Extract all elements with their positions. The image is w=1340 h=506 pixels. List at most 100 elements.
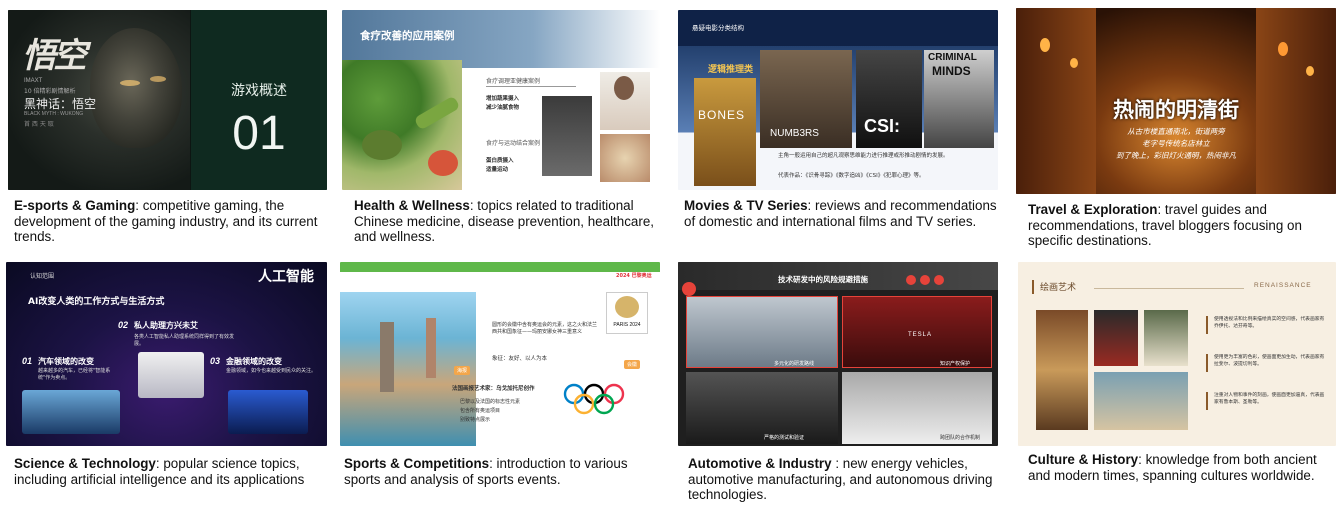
category-label: 逻辑推理类 [708,65,754,75]
card-science[interactable]: 认知范围 人工智能 AI改变人类的工作方式与生活方式 02 私人助理方兴未艾 各… [0,258,340,506]
poster-bones [694,78,756,186]
bullet-text: 代表作品：《识骨寻踪》《数字追凶》《CSI》《犯罪心理》等。 [778,173,925,179]
painting-1 [1036,310,1088,430]
case-item: 蛋白质摄入 [486,158,514,164]
card-automotive[interactable]: 技术研发中的风险规避措施 多元化的研发路线 TESLA 知识产权保护 严格的测试… [670,258,1010,506]
keywords: 象征：友好、以人为本 [492,356,548,362]
tag-label: 海报 [454,366,471,375]
painting-3 [1144,310,1188,366]
item-number: 01 [22,356,33,366]
slide-science: 认知范围 人工智能 AI改变人类的工作方式与生活方式 02 私人助理方兴未艾 各… [6,262,327,446]
slide-header-en: RENAISSANCE [1254,282,1312,289]
olympics-badge: 2024 巴黎奥运 [616,273,652,279]
item-title: 金融领域的改变 [226,357,282,366]
factory-image [686,372,838,444]
travel-line: 从古市楼直通南北，街道两旁 [1127,127,1225,136]
slide-travel: 热闹的明清街 从古市楼直通南北，街道两旁 老字号传统名店林立 到了晚上，彩旧灯火… [1016,8,1336,194]
case-item: 减少油腻食物 [486,105,520,111]
poster-title: CRIMINAL [928,52,977,63]
slide-culture: 绘画艺术 RENAISSANCE 使用透视法和比例来描绘真实的空间感，代表画家有… [1018,262,1336,446]
paragraph: 使用更为丰富的色彩，使画面更加生动，代表画家有拉斐尔、波提切利等。 [1214,355,1325,367]
card-title: Sports & Competitions [344,456,490,471]
photo-fitness [542,96,592,176]
bullet-text: 主角一般运用自己的超凡观察思维能力进行推理或形推动剧情的发展。 [778,153,949,159]
emblem-text: PARIS 2024 [613,322,641,328]
art-item: 巴黎以及法国的标志性元素 [460,399,521,405]
image-caption: 知识产权保护 [940,361,971,367]
case-title: 食疗与运动结合案例 [486,140,541,147]
travel-line: 到了晚上，彩旧灯火通明，热闹非凡 [1116,151,1236,160]
card-esports[interactable]: 悟空 IMAXT 10 倍精彩剧情解析 黑神话：悟空 BLACK MYTH : … [0,0,340,260]
item-number: 02 [118,320,129,330]
image-caption: 跨团队的合作机制 [940,435,981,441]
card-travel[interactable]: 热闹的明清街 从古市楼直通南北，街道两旁 老字号传统名店林立 到了晚上，彩旧灯火… [1010,0,1340,260]
slide-movies: 悬疑电影分类结构 逻辑推理类 BONES NUMB3RS CSI: CRIMIN… [678,10,998,190]
slide-header: 绘画艺术 [1040,283,1077,293]
section-number: 01 [232,107,286,160]
meta-line: IMAXT [24,78,43,84]
slide-health: 食疗改善的应用案例 食疗调理亚健康案例 增加蔬果摄入 减少油腻食物 食疗与运动结… [342,10,660,190]
paragraph: 注重对人物和事件的刻画，使画面更加逼真，代表画家有鲁本斯、圣勒等。 [1214,393,1325,405]
tag-label: 会徽 [624,360,641,369]
wukong-logo: 悟空 [22,36,87,76]
case-item: 增加蔬果摄入 [486,96,520,102]
item-text: 越来越多的汽车，已经将"智能系统"作为卖点。 [38,368,111,381]
painting-2 [1094,310,1138,366]
slide-tag: 认知范围 [30,273,55,280]
case-title: 食疗调理亚健康案例 [486,78,541,85]
travel-line: 老字号传统名店林立 [1142,139,1210,148]
card-caption: Culture & History: knowledge from both a… [1028,452,1340,483]
item-text: 金融领域，如今也来越受到民众的关注。 [226,368,317,374]
poster-title: BONES [698,108,746,122]
poster-title: MINDS [932,64,971,78]
finance-image [228,390,308,434]
travel-headline: 热闹的明清街 [1113,98,1239,122]
card-caption: Health & Wellness: topics related to tra… [354,198,664,245]
case-item: 适量运动 [486,167,509,173]
meta-line: 首 西 天 取 [24,121,54,128]
card-caption: Science & Technology: popular science to… [14,456,332,487]
slide-header: 悬疑电影分类结构 [692,24,744,32]
card-sports[interactable]: 2024 巴黎奥运 PARIS 2024 圆形的会徽中含有奥运会的元素，这之火和… [340,258,670,506]
meta-line: 10 倍精彩剧情解析 [24,88,76,95]
poster-title: CSI: [864,116,900,136]
item-text: 各类人工智能私人助理系统同样得到了有效发展。 [134,334,235,347]
card-caption: Travel & Exploration: travel guides and … [1028,202,1340,249]
card-title: Automotive & Industry [688,456,832,471]
item-title: 私人助理方兴未艾 [134,321,198,330]
brand-label: TESLA [908,332,933,338]
chassis-image [686,296,838,368]
card-caption: Automotive & Industry : new energy vehic… [688,456,1004,503]
car-image [22,390,120,434]
emblem-text-block: 圆形的会徽中含有奥运会的元素，这之火和法兰西共和国象征——玛丽安娜女神三重意义 [492,322,598,335]
image-caption: 严格的测试和验证 [764,435,805,441]
card-movies[interactable]: 悬疑电影分类结构 逻辑推理类 BONES NUMB3RS CSI: CRIMIN… [670,0,1010,260]
paragraph: 使用透视法和比例来描绘真实的空间感，代表画家有乔伊托、达芬奇等。 [1214,317,1325,329]
card-title: Health & Wellness [354,198,470,213]
painting-4 [1094,372,1188,430]
art-item: 包含所有奥运项目 [460,408,501,414]
meta-line: BLACK MYTH : WUKONG [24,111,84,117]
art-item: 别致特点展示 [460,417,491,423]
card-title: Science & Technology [14,456,156,471]
card-caption: E-sports & Gaming: competitive gaming, t… [14,198,332,245]
item-title: 汽车领域的改变 [38,357,94,366]
card-title: Travel & Exploration [1028,202,1158,217]
slide-esports: 悟空 IMAXT 10 倍精彩剧情解析 黑神话：悟空 BLACK MYTH : … [8,10,327,190]
robot-image [138,352,204,398]
item-number: 03 [210,356,221,366]
card-title: Movies & TV Series [684,198,808,213]
card-title: E-sports & Gaming [14,198,136,213]
poster-title: NUMB3RS [770,128,819,139]
photo-food [600,134,650,182]
slide-headline: AI改变人类的工作方式与生活方式 [28,297,165,307]
section-label: 游戏概述 [231,83,287,99]
card-health[interactable]: 食疗改善的应用案例 食疗调理亚健康案例 增加蔬果摄入 减少油腻食物 食疗与运动结… [340,0,670,260]
card-caption: Movies & TV Series: reviews and recommen… [684,198,1006,229]
card-title: Culture & History [1028,452,1139,467]
slide-header: 食疗改善的应用案例 [360,30,455,42]
card-culture[interactable]: 绘画艺术 RENAISSANCE 使用透视法和比例来描绘真实的空间感，代表画家有… [1010,258,1340,506]
game-title: 黑神话：悟空 [24,97,97,111]
topic-grid: 悟空 IMAXT 10 倍精彩剧情解析 黑神话：悟空 BLACK MYTH : … [0,0,1340,506]
art-title: 法国画报艺术家：乌戈加托尼创作 [452,386,535,392]
